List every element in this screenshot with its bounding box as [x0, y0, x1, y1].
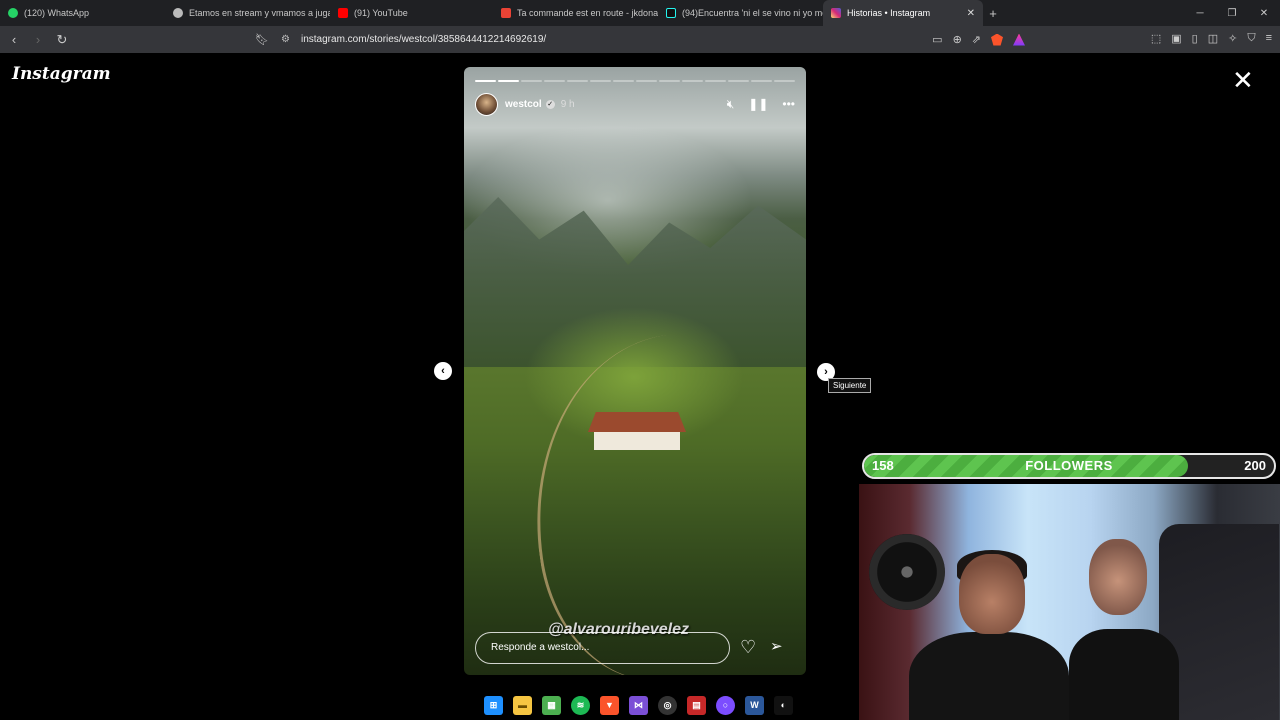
mute-icon[interactable]: 🔇︎	[727, 97, 735, 112]
send-icon[interactable]: ➢	[770, 637, 783, 655]
url-field[interactable]: 🔖︎ ⚙ instagram.com/stories/westcol/38586…	[255, 29, 1025, 50]
heart-icon[interactable]: ♡	[740, 637, 756, 658]
minimize-icon[interactable]: ─	[1184, 8, 1216, 19]
story-progress-segment	[475, 80, 496, 82]
instagram-logo[interactable]: Instagram	[12, 64, 111, 84]
story-viewer[interactable]: westcol ✓ 9 h 🔇︎ ❚❚ ••• @alvarouribevele…	[464, 67, 806, 675]
story-progress-segment	[544, 80, 565, 82]
tiktok-icon	[666, 8, 676, 18]
tab-gmail[interactable]: Ta commande est en route - jkdonas	[493, 0, 658, 26]
back-icon[interactable]: ‹	[4, 32, 24, 47]
obs-icon[interactable]: ◎	[658, 695, 677, 715]
pause-icon[interactable]: ❚❚	[748, 97, 768, 111]
circle-app-icon[interactable]: ○	[716, 695, 735, 715]
extensions-icon[interactable]: ⬚	[1151, 32, 1161, 45]
toolbar-extensions: ⬚ ▣ ▯ ◫ ✧ ⛉ ≡	[1151, 32, 1272, 45]
sidebar-icon[interactable]: ▯	[1192, 32, 1198, 45]
tab-youtube[interactable]: (91) YouTube	[330, 0, 493, 26]
cast-icon[interactable]: ▭	[932, 33, 942, 46]
story-progress-bar	[475, 80, 795, 82]
tab-label: Etamos en stream y vmamos a jugar	[189, 8, 330, 18]
minecraft-icon[interactable]: ▦	[542, 695, 561, 715]
story-progress-segment	[567, 80, 588, 82]
whatsapp-icon	[8, 8, 18, 18]
restore-icon[interactable]: ❐	[1216, 8, 1248, 19]
tab-stream[interactable]: Etamos en stream y vmamos a jugar	[165, 0, 330, 26]
close-window-icon[interactable]: ✕	[1248, 8, 1280, 19]
tab-label: (91) YouTube	[354, 8, 408, 18]
tab-label: Ta commande est en route - jkdonas	[517, 8, 658, 18]
site-icon	[173, 8, 183, 18]
word-icon[interactable]: W	[745, 695, 764, 715]
app-icon[interactable]: ▤	[687, 695, 706, 715]
visual-studio-icon[interactable]: ⋈	[629, 695, 648, 715]
story-progress-segment	[498, 80, 519, 82]
tab-label: Historias • Instagram	[847, 8, 931, 18]
story-progress-segment	[590, 80, 611, 82]
url-text[interactable]: instagram.com/stories/westcol/3858644412…	[301, 34, 546, 45]
story-progress-segment	[636, 80, 657, 82]
story-progress-segment	[774, 80, 795, 82]
followers-label: FOLLOWERS	[1025, 458, 1113, 473]
window-controls: ─ ❐ ✕	[1184, 8, 1280, 19]
tab-label: (120) WhatsApp	[24, 8, 90, 18]
vpn-icon[interactable]: ⛉	[1247, 32, 1255, 45]
story-progress-segment	[659, 80, 680, 82]
tab-whatsapp[interactable]: (120) WhatsApp	[0, 0, 165, 26]
followers-goal: 200	[1244, 458, 1266, 473]
streamer-2	[1059, 533, 1189, 720]
taskbar: ⊞ ▬ ▦ ≋ ▼ ⋈ ◎ ▤ ○ W ◐	[484, 694, 804, 716]
story-progress-segment	[613, 80, 634, 82]
streamer-1	[909, 550, 1069, 720]
tab-instagram[interactable]: Historias • Instagram ✕	[823, 0, 983, 26]
story-progress-segment	[705, 80, 726, 82]
close-stories-icon[interactable]: ✕	[1232, 67, 1254, 93]
share-icon[interactable]: ⇗	[972, 33, 981, 46]
wallet2-icon[interactable]: ◫	[1208, 32, 1218, 45]
reload-icon[interactable]: ↻	[52, 32, 72, 48]
menu-icon[interactable]: ≡	[1266, 32, 1272, 45]
close-tab-icon[interactable]: ✕	[967, 8, 975, 19]
bookmark-icon[interactable]: 🔖︎	[255, 33, 275, 46]
avatar[interactable]	[475, 92, 498, 116]
youtube-icon	[338, 8, 348, 18]
reply-input[interactable]: Responde a westcol...	[475, 632, 730, 664]
forward-icon[interactable]: ›	[28, 32, 48, 47]
story-progress-segment	[751, 80, 772, 82]
gmail-icon	[501, 8, 511, 18]
spotify-icon[interactable]: ≋	[571, 695, 590, 715]
brave-shields-icon[interactable]	[991, 33, 1003, 46]
webcam-overlay	[859, 484, 1280, 720]
instagram-icon	[831, 8, 841, 18]
story-progress-segment	[728, 80, 749, 82]
tab-tiktok[interactable]: (94)Encuentra 'ni el se vino ni yo me	[658, 0, 823, 26]
brave-rewards-icon[interactable]	[1013, 33, 1025, 46]
new-tab-button[interactable]: +	[983, 6, 1003, 21]
story-header: westcol ✓ 9 h 🔇︎ ❚❚ •••	[475, 92, 795, 116]
story-username[interactable]: westcol	[505, 99, 542, 110]
tab-label: (94)Encuentra 'ni el se vino ni yo me	[682, 8, 823, 18]
next-tooltip: Siguiente	[828, 378, 872, 393]
zoom-icon[interactable]: ⊕	[953, 33, 962, 46]
story-progress-segment	[682, 80, 703, 82]
story-progress-segment	[521, 80, 542, 82]
brave-icon[interactable]: ▼	[600, 695, 619, 715]
story-timestamp: 9 h	[560, 98, 575, 110]
more-icon[interactable]: •••	[782, 97, 795, 111]
file-explorer-icon[interactable]: ▬	[513, 695, 532, 715]
leo-icon[interactable]: ✧	[1228, 32, 1237, 45]
story-image-house	[588, 412, 686, 450]
capcut-icon[interactable]: ◐	[774, 695, 793, 715]
previous-story-button[interactable]: ‹	[434, 362, 452, 380]
wallet-icon[interactable]: ▣	[1171, 32, 1181, 45]
followers-goal-bar: 158 FOLLOWERS 200	[862, 453, 1276, 479]
tab-bar: (120) WhatsApp Etamos en stream y vmamos…	[0, 0, 1280, 26]
site-info-icon[interactable]: ⚙	[281, 34, 301, 45]
verified-badge-icon: ✓	[545, 99, 555, 109]
address-bar: ‹ › ↻ 🔖︎ ⚙ instagram.com/stories/westcol…	[0, 26, 1280, 53]
windows-start-icon[interactable]: ⊞	[484, 695, 503, 715]
